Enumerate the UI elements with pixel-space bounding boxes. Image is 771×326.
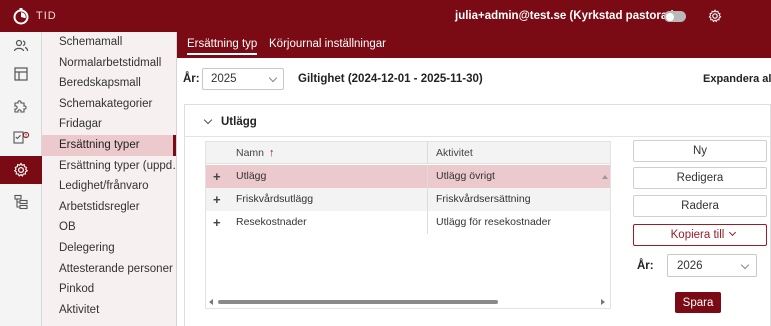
copy-to-label: Kopiera till: [670, 229, 725, 241]
year-select[interactable]: 2025: [202, 68, 284, 90]
compensation-table: Namn ↑ Aktivitet + Utlägg Utlägg övrigt +…: [205, 141, 611, 309]
checklist-alert-icon: [13, 131, 30, 144]
table-row[interactable]: + Utlägg Utlägg övrigt: [206, 165, 610, 188]
copy-year-value: 2026: [677, 260, 703, 272]
rail-layout[interactable]: [0, 60, 42, 88]
column-divider: [427, 165, 428, 188]
layout-icon: [14, 67, 28, 81]
user-account[interactable]: julia+admin@test.se (Kyrkstad pastorat): [455, 10, 675, 22]
scroll-left-arrow-icon[interactable]: [209, 299, 213, 305]
tab-korjournal[interactable]: Körjournal inställningar: [269, 38, 386, 50]
tabs-bar: Ersättning typ Körjournal inställningar: [177, 32, 771, 58]
chevron-down-icon: [729, 228, 737, 237]
submenu-item-arbetstidsregler[interactable]: Arbetstidsregler: [42, 197, 176, 218]
settings-submenu: Schemamall Normalarbetstidmall Beredskap…: [42, 32, 177, 326]
column-header-namn[interactable]: Namn ↑: [236, 147, 275, 159]
validity-period: Giltighet (2024-12-01 - 2025-11-30): [298, 73, 483, 85]
stopwatch-icon: [13, 8, 29, 25]
submenu-item-ledighet[interactable]: Ledighet/frånvaro: [42, 176, 176, 197]
rail-puzzle[interactable]: [0, 92, 42, 120]
rail-hierarchy[interactable]: [0, 188, 42, 216]
cell-name: Resekostnader: [236, 216, 307, 228]
cell-activity: Utlägg för resekostnader: [436, 216, 551, 228]
cell-name: Utlägg: [236, 170, 267, 182]
chevron-down-icon: [740, 260, 750, 270]
submenu-item-normalarbetstidmall[interactable]: Normalarbetstidmall: [42, 53, 176, 74]
year-select-value: 2025: [211, 73, 237, 85]
tab-ersattning-typ[interactable]: Ersättning typ: [187, 38, 258, 55]
delete-button[interactable]: Radera: [633, 195, 767, 217]
expand-row-icon[interactable]: +: [213, 215, 221, 230]
year-label: År:: [183, 73, 200, 85]
table-header: Namn ↑ Aktivitet: [206, 142, 610, 164]
top-bar: TID julia+admin@test.se (Kyrkstad pastor…: [0, 0, 771, 32]
edit-button[interactable]: Redigera: [633, 167, 767, 189]
column-header-aktivitet[interactable]: Aktivitet: [436, 147, 473, 159]
submenu-item-pinkod[interactable]: Pinkod: [42, 279, 176, 300]
scrollbar-thumb[interactable]: [218, 300, 498, 304]
sort-asc-icon: ↑: [269, 147, 275, 159]
users-icon: [13, 39, 29, 52]
settings-gear-icon[interactable]: [708, 9, 722, 23]
cell-activity: Utlägg övrigt: [436, 170, 495, 182]
chevron-down-icon: [268, 73, 278, 83]
collapse-chevron-icon[interactable]: [203, 115, 213, 125]
puzzle-icon: [14, 100, 27, 113]
submenu-item-beredskapsmall[interactable]: Beredskapsmall: [42, 73, 176, 94]
table-row[interactable]: + Resekostnader Utlägg för resekostnader: [206, 211, 610, 234]
submenu-item-ersattning-typer[interactable]: Ersättning typer: [42, 134, 176, 156]
theme-toggle[interactable]: [664, 11, 686, 22]
cell-activity: Friskvårdsersättning: [436, 193, 531, 205]
submenu-item-schemamall[interactable]: Schemamall: [42, 32, 176, 53]
icon-rail: [0, 32, 42, 326]
submenu-item-schemakategorier[interactable]: Schemakategorier: [42, 94, 176, 115]
copy-year-label: År:: [637, 260, 654, 272]
rail-settings[interactable]: [0, 156, 42, 184]
submenu-item-ersattning-typer-uppd[interactable]: Ersättning typer (uppd…: [42, 156, 176, 177]
submenu-item-fridagar[interactable]: Fridagar: [42, 114, 176, 135]
table-row[interactable]: + Friskvårdsutlägg Friskvårdsersättning: [206, 188, 610, 211]
submenu-item-attesterande[interactable]: Attesterande personer: [42, 259, 176, 280]
gear-icon: [13, 162, 29, 177]
copy-to-button[interactable]: Kopiera till: [633, 224, 767, 246]
expand-all-link[interactable]: Expandera alla: [703, 73, 771, 85]
scroll-up-arrow-icon[interactable]: [602, 175, 608, 179]
save-button[interactable]: Spara: [675, 292, 721, 313]
cell-name: Friskvårdsutlägg: [236, 193, 314, 205]
copy-year-select[interactable]: 2026: [667, 254, 757, 277]
column-divider: [427, 188, 428, 211]
rail-checklist[interactable]: [0, 124, 42, 152]
horizontal-scrollbar[interactable]: [206, 296, 610, 308]
new-button[interactable]: Ny: [633, 140, 767, 162]
submenu-item-aktivitet[interactable]: Aktivitet: [42, 300, 176, 321]
panel-title: Utlägg: [221, 116, 257, 128]
rail-users[interactable]: [0, 32, 42, 60]
panel-header[interactable]: Utlägg: [185, 105, 771, 137]
app-name: TID: [36, 10, 57, 22]
expand-row-icon[interactable]: +: [213, 192, 221, 207]
expand-row-icon[interactable]: +: [213, 169, 221, 184]
column-divider: [427, 142, 428, 164]
submenu-item-ob[interactable]: OB: [42, 217, 176, 238]
app-logo[interactable]: TID: [12, 7, 57, 25]
submenu-item-delegering[interactable]: Delegering: [42, 238, 176, 259]
column-divider: [427, 211, 428, 234]
hierarchy-icon: [14, 194, 28, 210]
scroll-right-arrow-icon[interactable]: [601, 299, 605, 305]
